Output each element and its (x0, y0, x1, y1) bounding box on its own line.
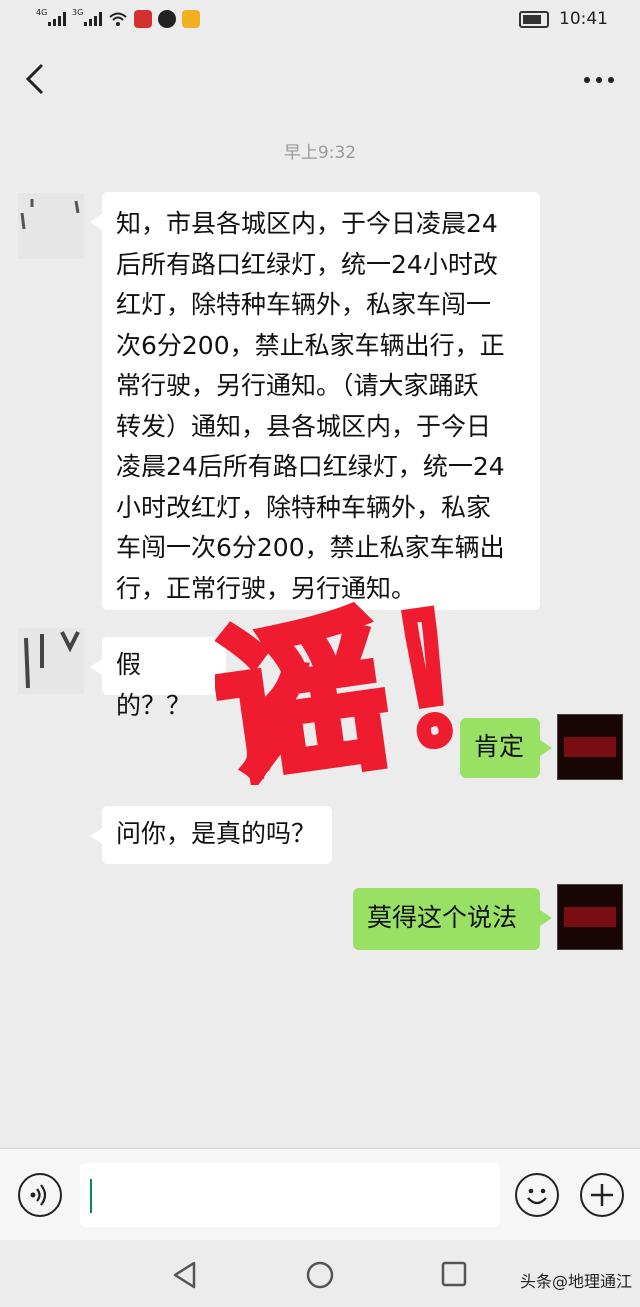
message-line: 小时改红灯，除特种车辆外，私家 (116, 492, 492, 522)
network-type-sim1: 4G (36, 8, 48, 17)
message-text: 假的？？ (116, 650, 192, 720)
message-bubble-own[interactable]: 莫得这个说法 (353, 888, 552, 950)
voice-icon[interactable] (18, 1173, 62, 1217)
message-line: 转发）通知，县各城区内，于今日 (116, 411, 492, 441)
message-line: 次6分200，禁止私家车辆出行，正 (116, 330, 505, 360)
app-notification-icon-2 (158, 10, 176, 28)
message-text: 问你，是真的吗？ (116, 819, 317, 848)
message-line: 凌晨24后所有路口红绿灯，统一24 (116, 452, 505, 481)
rumor-stamp: 谣！ (215, 585, 480, 785)
app-notification-icon (134, 10, 152, 28)
message-line: 知，市县各城区内，于今日凌晨24 (116, 209, 498, 238)
message-bubble[interactable]: 假的？？ (90, 637, 226, 720)
input-bar (0, 1148, 640, 1241)
message-bubble[interactable]: 问你，是真的吗？ (90, 806, 332, 864)
emoji-icon[interactable] (515, 1173, 559, 1217)
signal-sim1-icon: 4G (36, 8, 66, 26)
message-text: 莫得这个说法 (367, 903, 518, 932)
signal-sim2-icon: 3G (72, 8, 102, 26)
sender-avatar[interactable] (18, 628, 84, 694)
own-avatar[interactable] (557, 884, 623, 950)
message-text: 肯定 (474, 732, 525, 761)
battery-icon (519, 10, 549, 28)
message-line: 常行驶，另行通知。（请大家踊跃 (116, 371, 479, 400)
message-input[interactable] (80, 1163, 500, 1227)
network-type-sim2: 3G (72, 8, 84, 17)
plus-icon[interactable] (580, 1173, 624, 1217)
text-caret (90, 1179, 92, 1213)
message-bubble[interactable]: 知，市县各城区内，于今日凌晨24 后所有路口红绿灯，统一24小时改 红灯，除特种… (90, 192, 540, 610)
more-icon[interactable] (582, 67, 616, 93)
status-time: 10:41 (559, 9, 608, 29)
app-notification-icon-3 (182, 10, 200, 28)
message-line: 红灯，除特种车辆外，私家车闯一 (116, 290, 492, 319)
nav-home-icon[interactable] (305, 1260, 335, 1290)
message-line: 后所有路口红绿灯，统一24小时改 (116, 249, 498, 279)
message-line: 车闯一次6分200，禁止私家车辆出 (116, 533, 505, 562)
status-bar: 4G 3G 10:41 (0, 0, 640, 40)
sender-avatar[interactable] (18, 193, 84, 259)
message-timestamp: 早上9:32 (283, 143, 357, 163)
status-icons-right: 10:41 (519, 9, 608, 29)
back-arrow-icon[interactable] (20, 61, 52, 97)
watermark: 头条@地理通江 (519, 1272, 632, 1291)
nav-back-icon[interactable] (170, 1260, 200, 1290)
nav-recent-icon[interactable] (440, 1260, 468, 1288)
status-icons-left: 4G 3G (36, 8, 200, 28)
wifi-icon (109, 12, 127, 26)
own-avatar[interactable] (557, 714, 623, 780)
chat-header (0, 45, 640, 115)
rumor-stamp-text: 谣！ (215, 585, 480, 785)
